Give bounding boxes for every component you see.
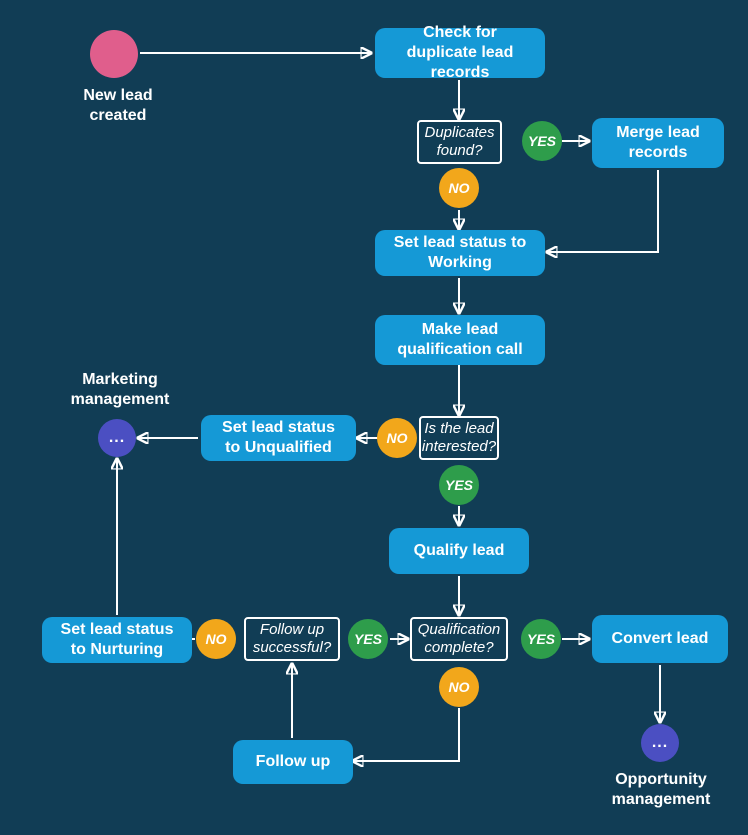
start-node (90, 30, 138, 78)
decision-qualification-complete: Qualification complete? (410, 617, 508, 661)
decision-followup-successful: Follow up successful? (244, 617, 340, 661)
step-merge-records: Merge lead records (592, 118, 724, 168)
answer-yes-interested: YES (439, 465, 479, 505)
step-set-unqualified: Set lead status to Unqualified (201, 415, 356, 461)
step-set-nurturing: Set lead status to Nurturing (42, 617, 192, 663)
answer-no-followup: NO (196, 619, 236, 659)
endpoint-opportunity: ... (641, 724, 679, 762)
endpoint-marketing-label: Marketing management (66, 370, 174, 410)
endpoint-marketing: ... (98, 419, 136, 457)
step-qualify-lead: Qualify lead (389, 528, 529, 574)
endpoint-opportunity-label: Opportunity management (601, 770, 721, 810)
start-label: New lead created (78, 86, 158, 126)
step-set-working: Set lead status to Working (375, 230, 545, 276)
decision-lead-interested: Is the lead interested? (419, 416, 499, 460)
answer-no-interested: NO (377, 418, 417, 458)
answer-yes-duplicates: YES (522, 121, 562, 161)
answer-no-qual-complete: NO (439, 667, 479, 707)
decision-duplicates-found: Duplicates found? (417, 120, 502, 164)
step-follow-up: Follow up (233, 740, 353, 784)
step-check-duplicates: Check for duplicate lead records (375, 28, 545, 78)
flowchart: New lead created Check for duplicate lea… (0, 0, 748, 835)
step-qualification-call: Make lead qualification call (375, 315, 545, 365)
answer-yes-followup: YES (348, 619, 388, 659)
answer-yes-qual-complete: YES (521, 619, 561, 659)
step-convert-lead: Convert lead (592, 615, 728, 663)
answer-no-duplicates: NO (439, 168, 479, 208)
